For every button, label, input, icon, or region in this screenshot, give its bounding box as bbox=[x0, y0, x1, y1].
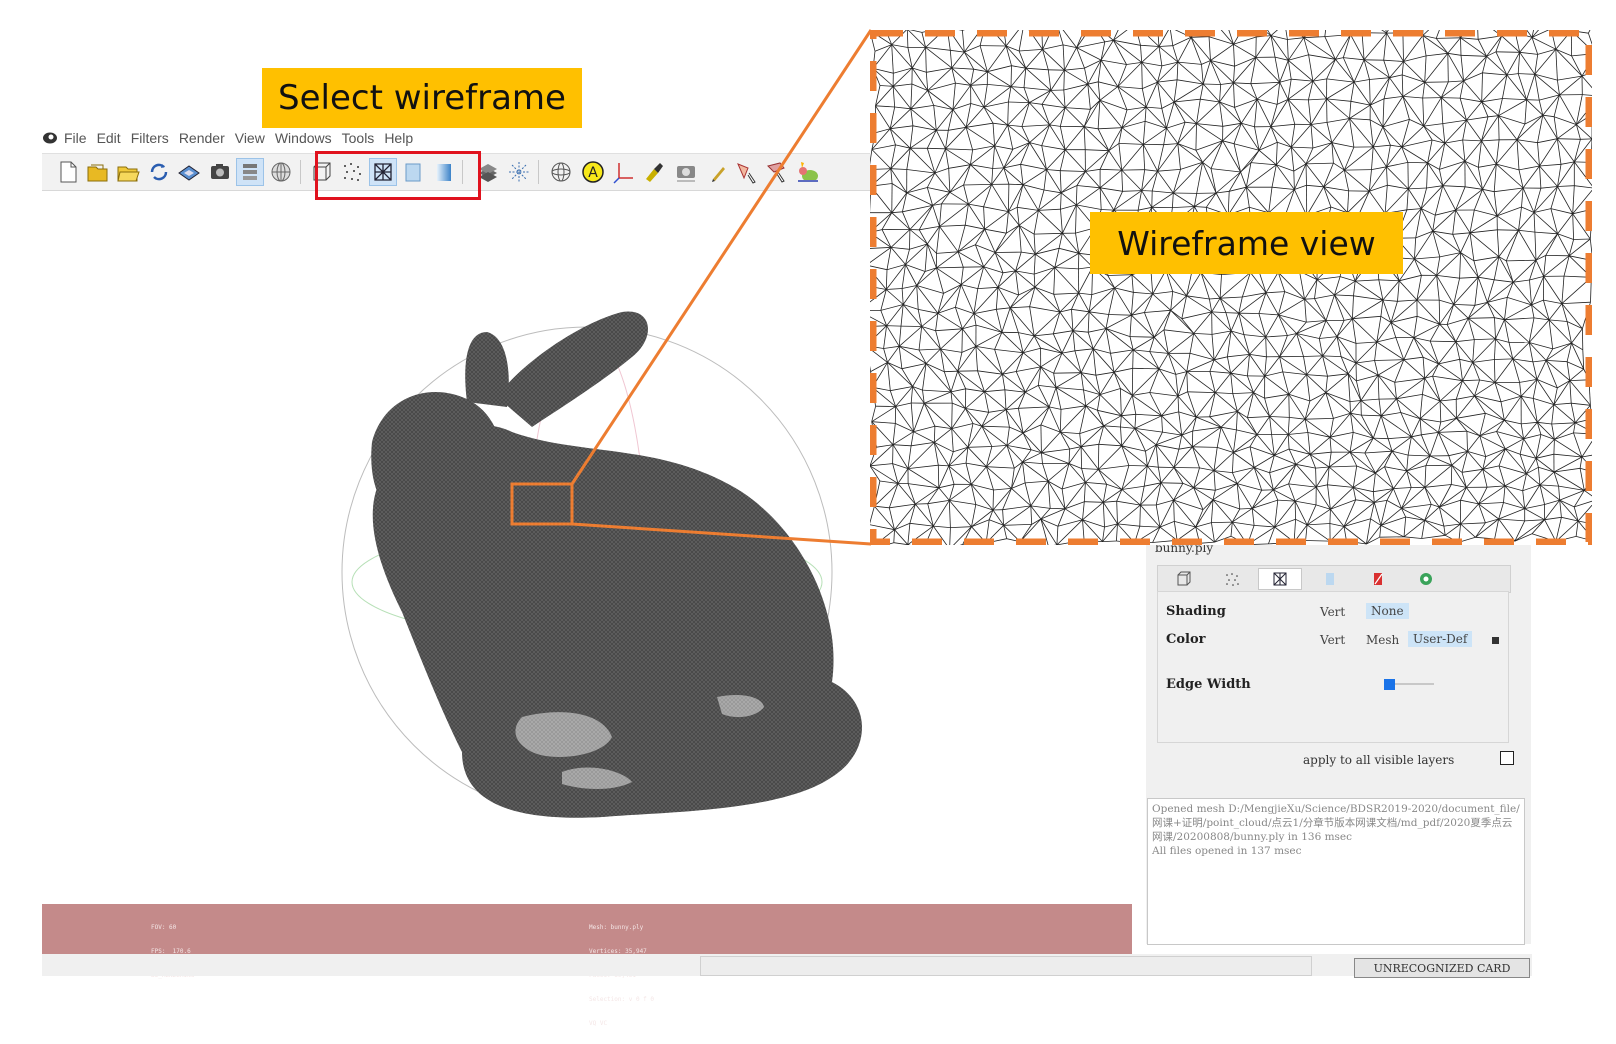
tab-flat-mode-icon[interactable] bbox=[1308, 568, 1352, 590]
wireframe-zoom-inset bbox=[870, 30, 1592, 545]
render-mode-tabs bbox=[1157, 565, 1511, 593]
shading-none-option[interactable]: None bbox=[1366, 603, 1409, 619]
shading-label: Shading bbox=[1166, 604, 1226, 619]
shading-vert-option[interactable]: Vert bbox=[1320, 605, 1345, 619]
apply-all-checkbox[interactable] bbox=[1500, 751, 1514, 765]
apply-all-label: apply to all visible layers bbox=[1303, 753, 1454, 767]
tab-wireframe-mode-icon[interactable] bbox=[1258, 568, 1302, 590]
color-vert-option[interactable]: Vert bbox=[1320, 633, 1345, 647]
color-userdef-option[interactable]: User-Def bbox=[1408, 631, 1472, 647]
tab-points-mode-icon[interactable] bbox=[1210, 568, 1254, 590]
status-message-area bbox=[700, 956, 1312, 976]
info-bar: FOV: 60 FPS: 170.6 BO_RENDERING Mesh: bu… bbox=[42, 904, 1132, 954]
log-entry: Opened mesh D:/MengjieXu/Science/BDSR201… bbox=[1152, 802, 1520, 844]
info-mesh: Mesh: bunny.ply bbox=[589, 924, 654, 932]
edge-width-label: Edge Width bbox=[1166, 677, 1251, 692]
log-entry: All files opened in 137 msec bbox=[1152, 844, 1520, 858]
log-window[interactable]: Opened mesh D:/MengjieXu/Science/BDSR201… bbox=[1147, 798, 1525, 945]
info-selection: Selection: v 0 f 0 bbox=[589, 996, 654, 1004]
wireframe-view-callout: Wireframe view bbox=[1090, 212, 1403, 274]
tab-options-icon[interactable] bbox=[1404, 568, 1448, 590]
color-mesh-option[interactable]: Mesh bbox=[1366, 633, 1399, 647]
tab-texture-mode-icon[interactable] bbox=[1356, 568, 1400, 590]
info-flags: VQ VC bbox=[589, 1020, 654, 1028]
tab-box-mode-icon[interactable] bbox=[1162, 568, 1206, 590]
info-fov: FOV: 60 bbox=[151, 924, 194, 932]
edge-width-slider-handle[interactable] bbox=[1384, 679, 1395, 690]
color-label: Color bbox=[1166, 632, 1205, 647]
color-swatch[interactable] bbox=[1492, 637, 1499, 644]
status-card-label: UNRECOGNIZED CARD bbox=[1354, 958, 1530, 978]
